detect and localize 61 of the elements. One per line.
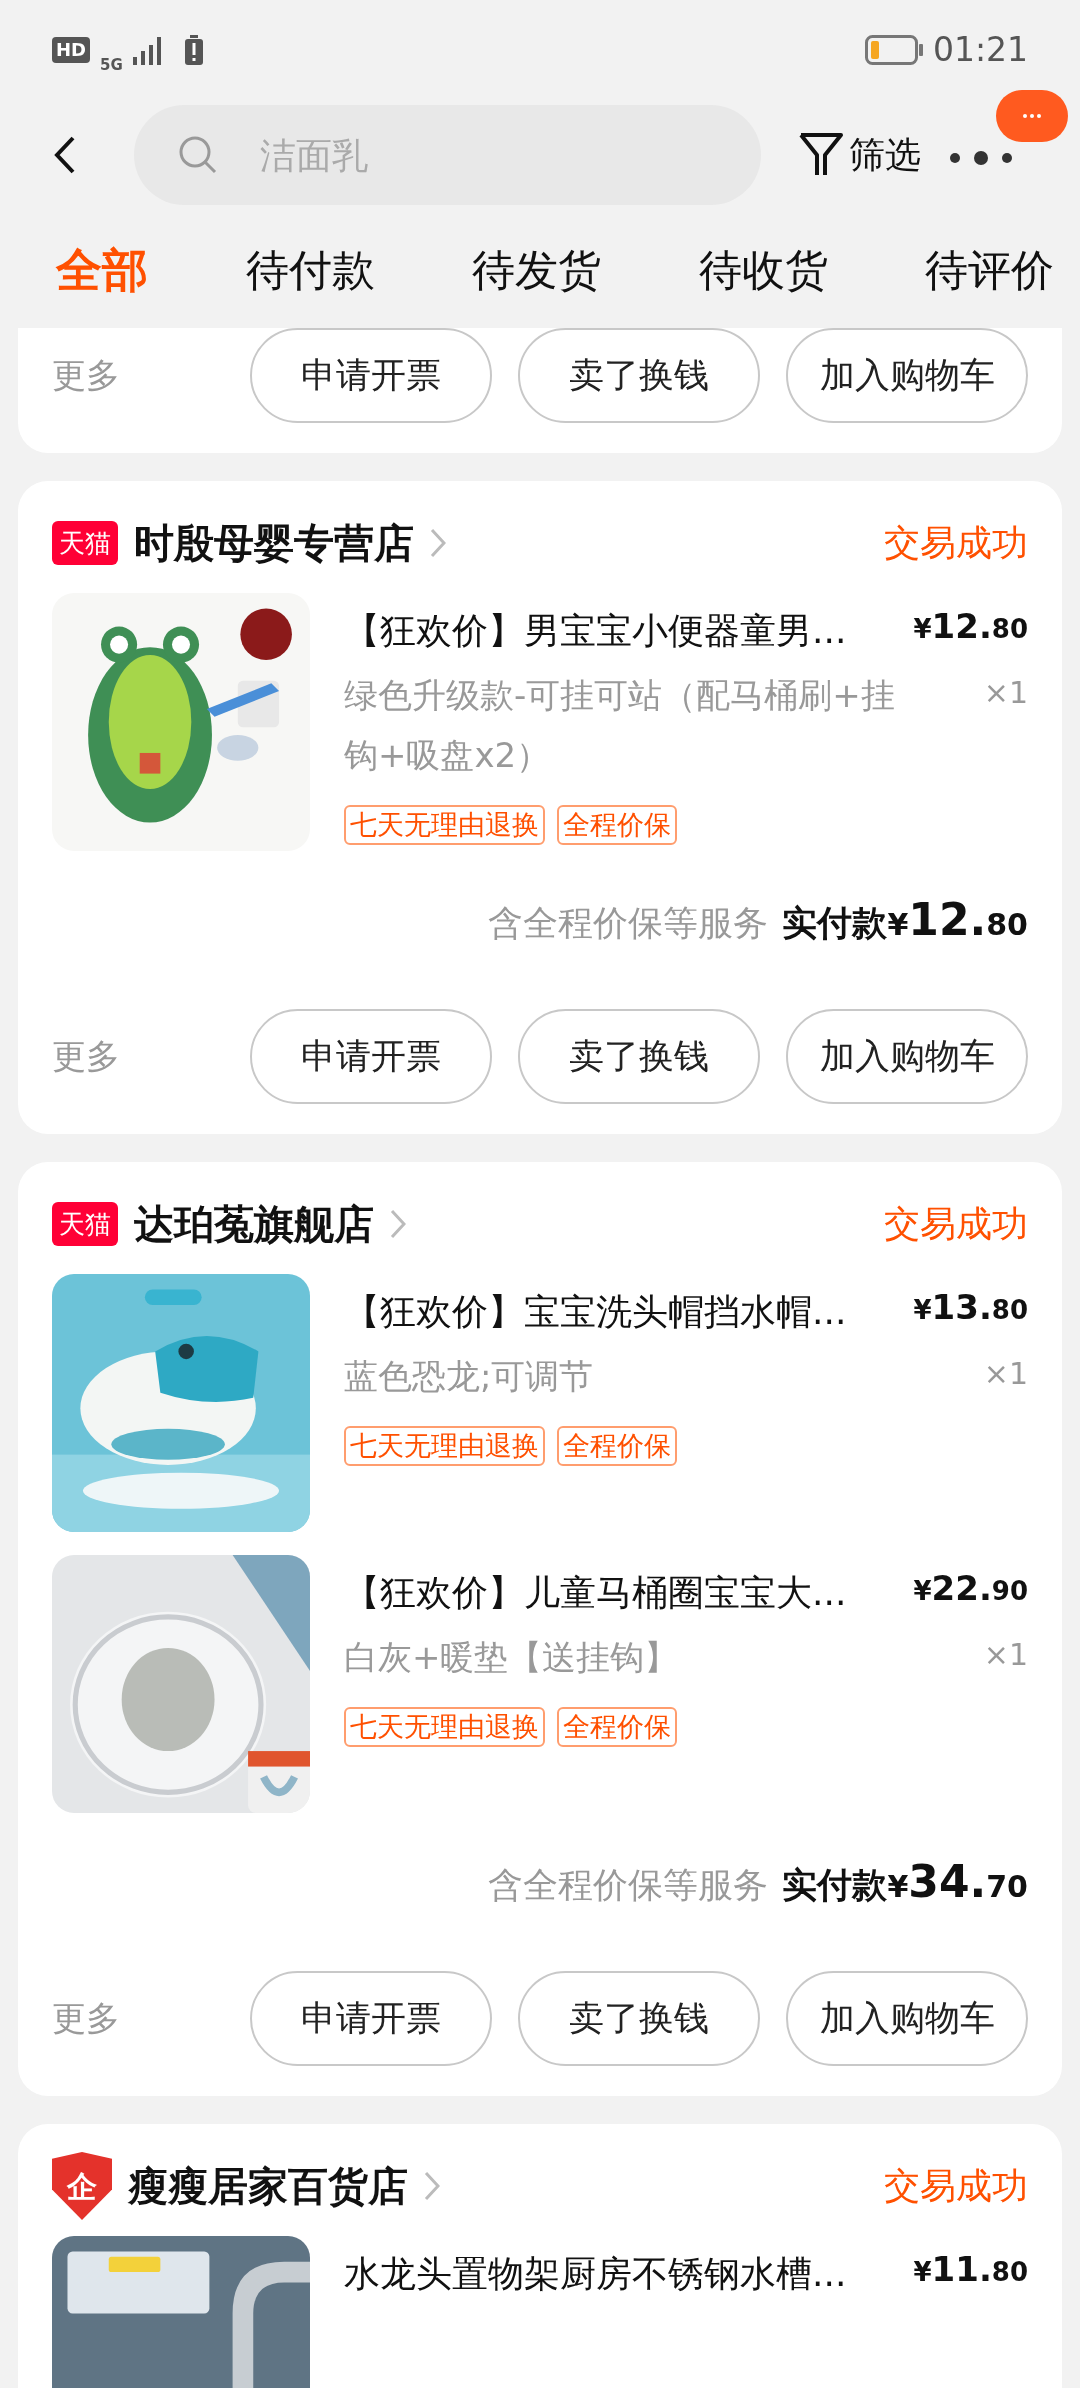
store-name[interactable]: 时殷母婴专营店 [134,513,414,573]
price: ¥22.90 [913,1567,1028,1610]
quantity: ×1 [983,674,1028,712]
order-tab[interactable]: 待评价 [925,237,1054,303]
store-name[interactable]: 达珀菟旗舰店 [134,1194,374,1254]
ellipsis-icon [1022,113,1042,119]
quantity: ×1 [983,1355,1028,1393]
search-icon [178,135,218,175]
product-title[interactable]: 【狂欢价】儿童马桶圈宝宝大... [344,1567,908,1619]
price: ¥12.80 [913,605,1028,648]
product-title[interactable]: 水龙头置物架厨房不锈钢水槽... [344,2248,908,2300]
order-action-button[interactable]: 加入购物车 [786,1009,1028,1104]
service-note: 含全程价保等服务 [488,902,769,945]
service-tag: 七天无理由退换 [344,1426,545,1466]
service-tag: 全程价保 [557,1707,677,1747]
order-action-button[interactable]: 卖了换钱 [518,1009,760,1104]
battery-icon [864,35,923,65]
search-field[interactable]: 洁面乳 [134,105,761,205]
chevron-right-icon [424,2171,440,2201]
price: ¥11.80 [913,2248,1028,2291]
order-action-button[interactable]: 卖了换钱 [518,328,760,423]
service-tag: 七天无理由退换 [344,1707,545,1747]
product-title[interactable]: 【狂欢价】宝宝洗头帽挡水帽... [344,1286,908,1338]
service-note: 含全程价保等服务 [488,1864,769,1907]
clock-time: 01:21 [932,29,1028,72]
store-name[interactable]: 瘦瘦居家百货店 [128,2156,408,2216]
order-action-button[interactable]: 加入购物车 [786,1971,1028,2066]
service-tag: 全程价保 [557,805,677,845]
product-variant: 蓝色恐龙;可调节 [344,1355,595,1398]
floating-menu-button[interactable] [996,90,1068,142]
order-action-button[interactable]: 申请开票 [250,328,492,423]
order-status: 交易成功 [884,2164,1028,2208]
total-paid: 实付款¥34.70 [782,1855,1028,1909]
chevron-right-icon [390,1209,406,1239]
quantity: ×1 [983,1636,1028,1674]
service-tag: 全程价保 [557,1426,677,1466]
store-logo: 企 [52,2152,112,2220]
product-title[interactable]: 【狂欢价】男宝宝小便器童男... [344,605,908,657]
service-tag: 七天无理由退换 [344,805,545,845]
network-type: 5G [100,57,123,73]
order-action-button[interactable]: 卖了换钱 [518,1971,760,2066]
order-status: 交易成功 [884,1202,1028,1246]
order-action-button[interactable]: 加入购物车 [786,328,1028,423]
store-logo: 天猫 [52,1202,118,1246]
order-tab[interactable]: 待发货 [472,237,601,303]
order-action-button[interactable]: 申请开票 [250,1971,492,2066]
chevron-right-icon [430,528,446,558]
filter-button[interactable]: 筛选 [799,128,921,182]
price: ¥13.80 [913,1286,1028,1329]
alert-icon [184,35,203,65]
product-variant: 白灰+暖垫【送挂钩】 [344,1636,680,1679]
store-logo: 天猫 [52,521,118,565]
hd-badge: HD [52,37,90,63]
order-tab[interactable]: 待收货 [698,237,828,303]
more-icon[interactable] [949,150,1013,166]
product-variant: 绿色升级款-可挂可站（配马桶刷+挂钩+吸盘x2） [344,674,896,777]
total-paid: 实付款¥12.80 [782,893,1028,947]
order-status: 交易成功 [884,521,1028,565]
back-icon [53,135,77,175]
order-action-button[interactable]: 申请开票 [250,1009,492,1104]
order-tab[interactable]: 待付款 [245,237,375,303]
